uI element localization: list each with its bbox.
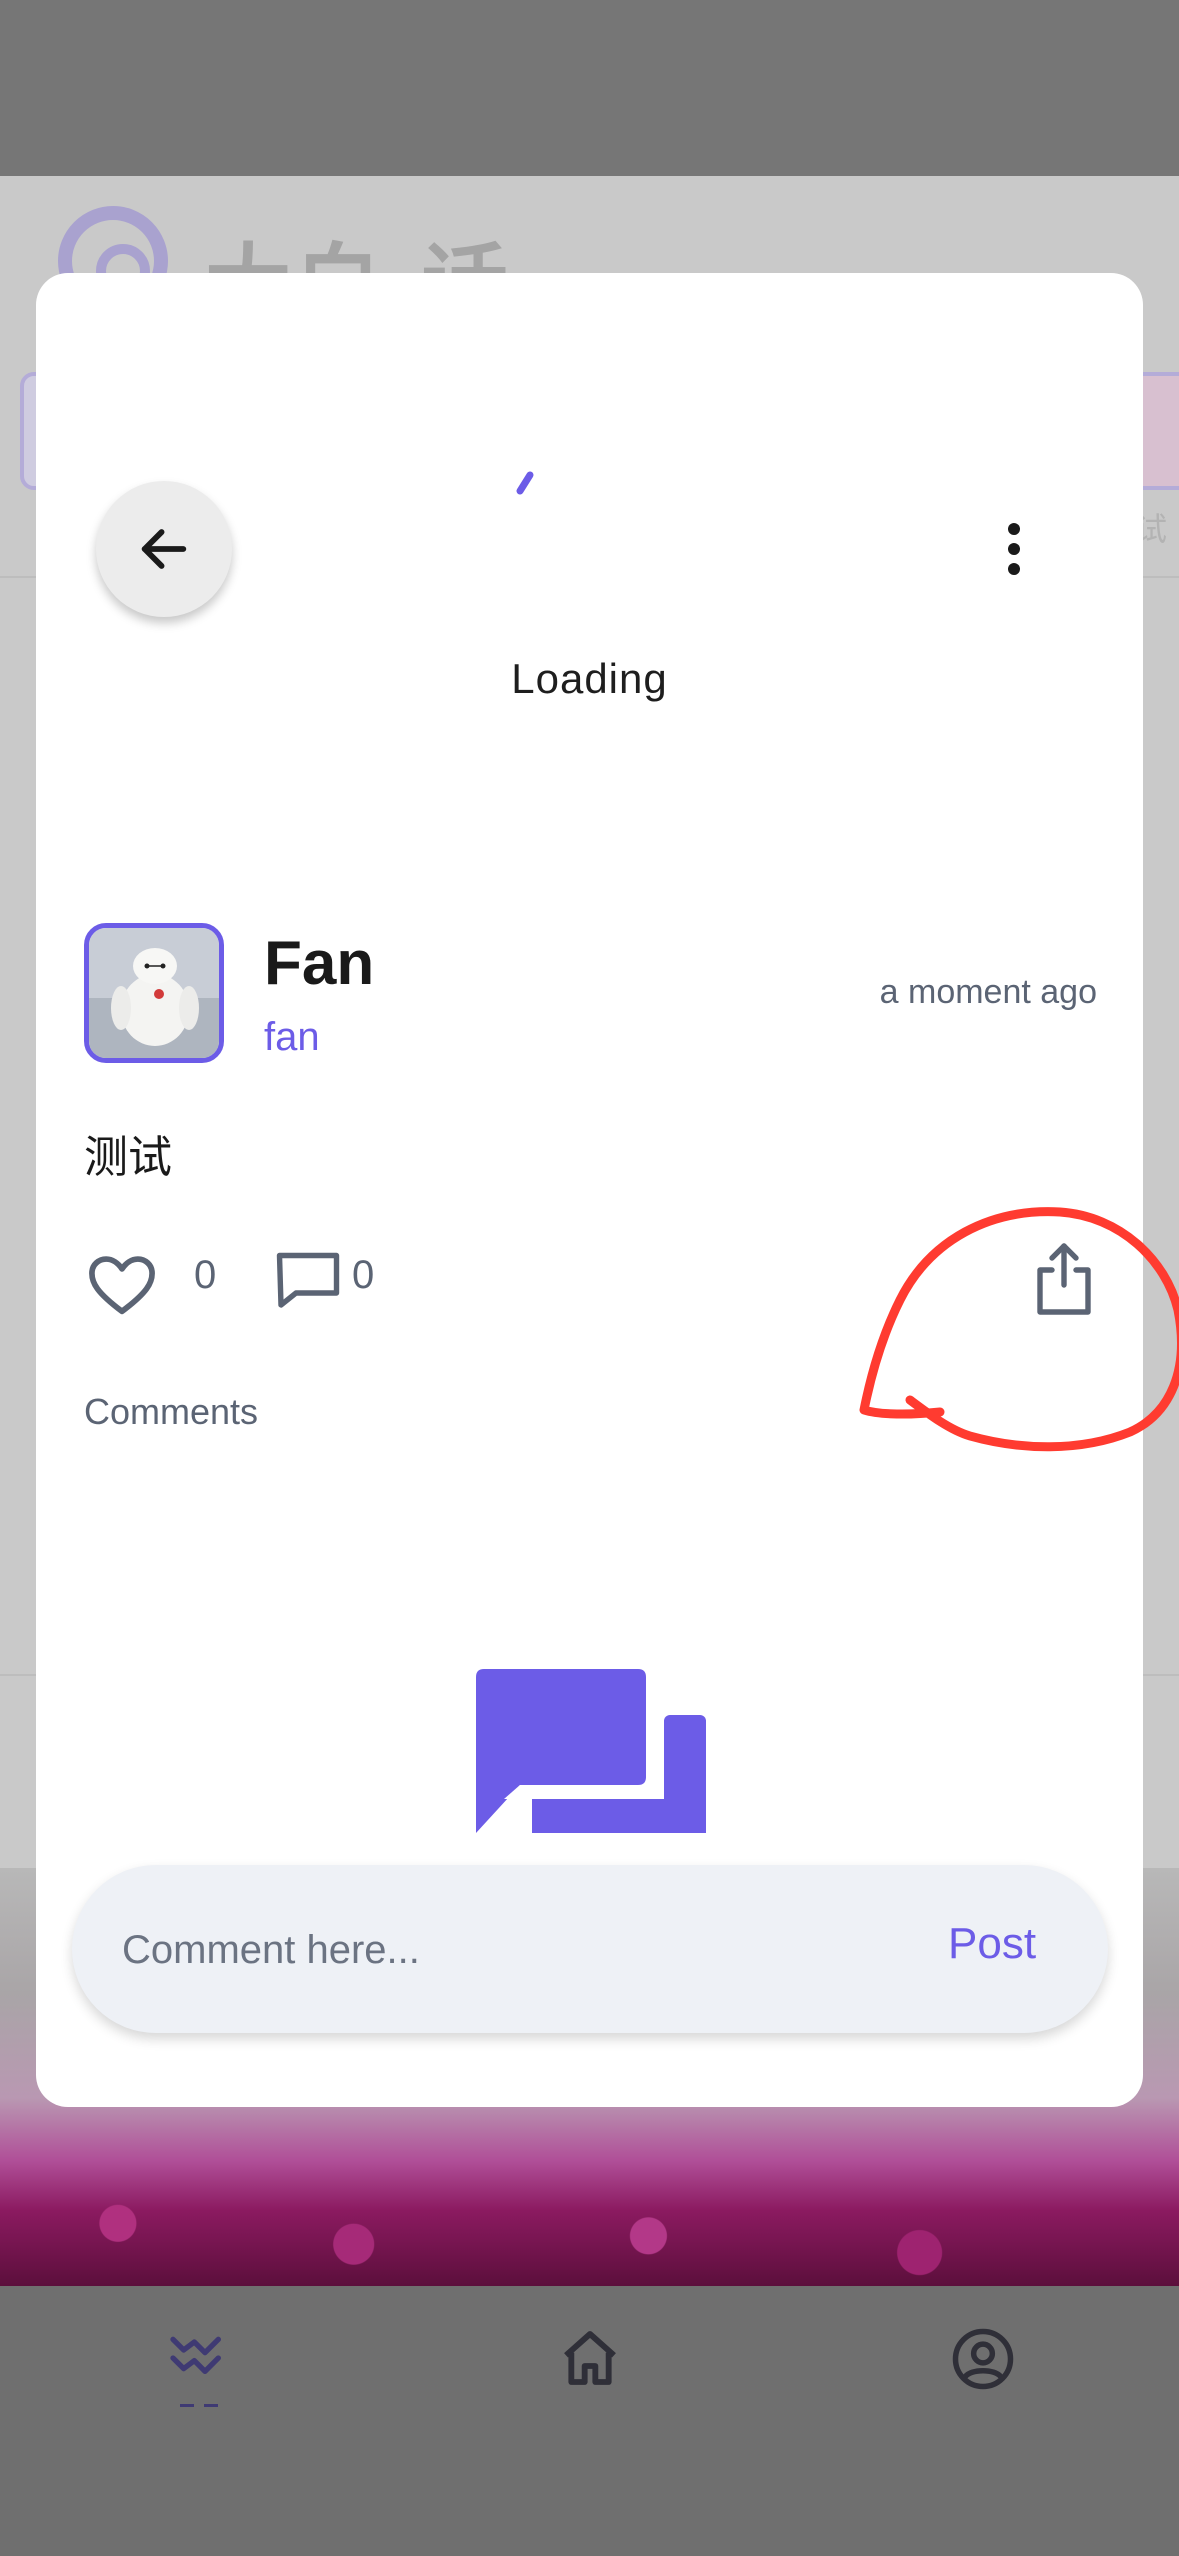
bottom-navigation: [0, 2286, 1179, 2556]
more-options-button[interactable]: [986, 511, 1042, 587]
share-button[interactable]: [1028, 1239, 1100, 1319]
comment-composer: Post: [72, 1865, 1108, 2033]
active-tab-indicator: [180, 2404, 218, 2407]
avatar[interactable]: [84, 923, 224, 1063]
author-name[interactable]: Fan: [264, 928, 374, 999]
like-count: 0: [194, 1253, 217, 1297]
chat-bubbles-icon: [476, 1669, 706, 1833]
comment-input[interactable]: [120, 1917, 884, 1983]
post-timestamp: a moment ago: [879, 973, 1097, 1011]
nav-home-tab[interactable]: [545, 2326, 635, 2426]
author-handle[interactable]: fan: [264, 1015, 320, 1060]
nav-feed-tab[interactable]: [152, 2326, 242, 2426]
comment-count: 0: [352, 1253, 375, 1297]
comments-section-title: Comments: [84, 1391, 259, 1432]
comment-icon: [276, 1252, 340, 1308]
activity-icon: [170, 2336, 221, 2374]
post-content: 测试: [84, 1132, 172, 1183]
nav-profile-tab[interactable]: [938, 2326, 1028, 2426]
more-vertical-icon: [1008, 523, 1020, 575]
loading-text: Loading: [511, 655, 668, 702]
avatar-image: [89, 928, 219, 1058]
arrow-left-icon: [141, 529, 187, 569]
comment-button[interactable]: [272, 1245, 344, 1317]
share-icon: [1037, 1243, 1091, 1315]
user-circle-icon: [952, 2328, 1014, 2390]
status-bar-area: [0, 0, 1179, 176]
loading-spinner-icon: [516, 471, 534, 495]
heart-icon: [89, 1256, 155, 1315]
like-button[interactable]: [84, 1248, 160, 1324]
post-detail-modal: Loading Fan fan a moment ago 测试 0 0 Comm…: [36, 273, 1143, 2107]
post-comment-button[interactable]: Post: [948, 1919, 1036, 1969]
home-icon: [564, 2331, 616, 2385]
back-button[interactable]: [96, 481, 232, 617]
